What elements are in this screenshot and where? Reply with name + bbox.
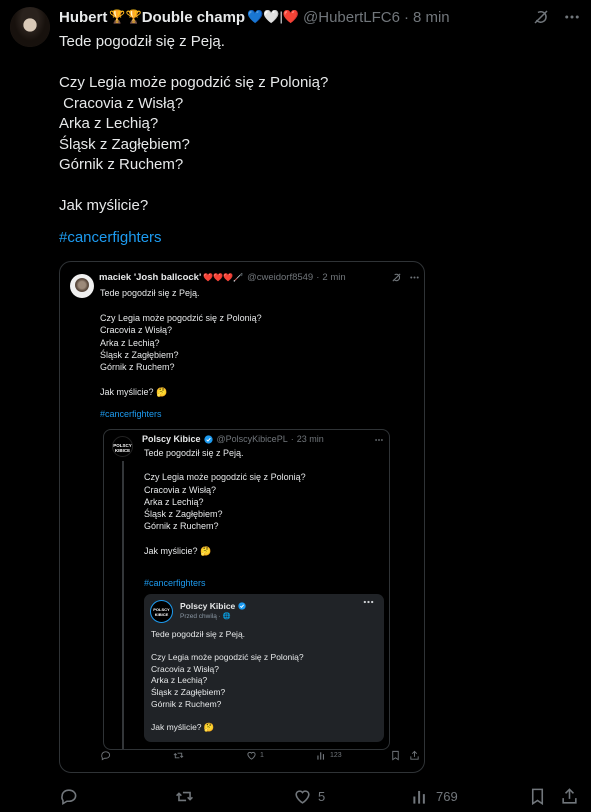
views-icon: [317, 751, 325, 760]
nested-header: Polscy Kibice @PolscyKibicePL · 23 min: [142, 434, 324, 444]
nested-display-name[interactable]: Polscy Kibice: [142, 434, 201, 444]
like-icon: [295, 789, 310, 804]
display-name-suffix[interactable]: Double champ: [142, 9, 245, 26]
nested-handle[interactable]: @PolscyKibicePL: [217, 434, 288, 444]
embedded-post-card[interactable]: POLSCY KIBICE Polscy Kibice Przed chwilą…: [144, 594, 384, 742]
quote-like-count: 1: [260, 751, 264, 759]
nested-text: Tede pogodził się z Peją. Czy Legia może…: [144, 448, 306, 556]
share-button[interactable]: [560, 786, 579, 806]
nested-separator: ·: [290, 434, 294, 444]
separator: ·: [403, 8, 409, 26]
hashtag-link[interactable]: #cancerfighters: [59, 229, 162, 246]
verified-icon: [203, 434, 213, 444]
card-display-name: Polscy Kibice: [180, 601, 236, 611]
quote-text: Tede pogodził się z Peją. Czy Legia może…: [100, 288, 262, 398]
quoted-tweet[interactable]: maciek 'Josh ballcock' ❤️❤️❤️🦯 @cweidorf…: [59, 261, 425, 773]
card-verified-icon: [238, 601, 247, 611]
bookmark-icon: [531, 788, 544, 805]
quote-hashtag-link[interactable]: #cancerfighters: [100, 409, 162, 419]
quote-action-bar: 1 123: [60, 749, 424, 763]
quote-retweet-button[interactable]: [173, 749, 187, 761]
thread-line: [122, 461, 124, 749]
nested-author-avatar[interactable]: POLSCY KIBICE: [112, 436, 133, 457]
card-avatar: POLSCY KIBICE: [150, 600, 173, 623]
retweet-button[interactable]: [175, 786, 200, 806]
like-count: 5: [318, 788, 326, 804]
reply-button[interactable]: [59, 786, 84, 806]
bookmark-button[interactable]: [528, 786, 547, 806]
display-name[interactable]: Hubert: [59, 9, 107, 26]
like-button[interactable]: 5: [293, 786, 325, 806]
tweet-header: Hubert 🏆🏆 Double champ 💙🤍|❤️ @HubertLFC6…: [59, 7, 450, 27]
nested-hashtag-link[interactable]: #cancerfighters: [144, 578, 206, 588]
quote-views-count: 123: [330, 751, 342, 759]
tweet-text: Tede pogodził się z Peją. Czy Legia może…: [59, 33, 329, 214]
nested-quoted-tweet[interactable]: POLSCY KIBICE Polscy Kibice @PolscyKibic…: [103, 429, 390, 750]
card-name-row: Polscy Kibice: [180, 601, 247, 611]
quote-reply-button[interactable]: [100, 749, 114, 761]
name-hearts: 💙🤍|❤️: [247, 9, 300, 24]
quote-bookmark-button[interactable]: [390, 749, 401, 761]
timestamp[interactable]: 8 min: [413, 9, 450, 26]
card-more-icon: [363, 599, 374, 605]
name-emojis: 🏆🏆: [109, 9, 142, 24]
tweet-action-bar: 5 769: [0, 786, 591, 806]
quote-handle[interactable]: @cweidorf8549: [247, 272, 313, 283]
nested-timestamp[interactable]: 23 min: [297, 434, 324, 444]
quote-more-icon[interactable]: [409, 272, 420, 283]
views-count: 769: [436, 788, 458, 804]
quote-header: maciek 'Josh ballcock' ❤️❤️❤️🦯 @cweidorf…: [99, 272, 346, 283]
quote-timestamp[interactable]: 2 min: [322, 272, 345, 283]
author-avatar[interactable]: [10, 7, 50, 47]
quote-author-avatar[interactable]: [70, 274, 94, 298]
quote-display-name[interactable]: maciek 'Josh ballcock': [99, 272, 201, 283]
tweet[interactable]: Hubert 🏆🏆 Double champ 💙🤍|❤️ @HubertLFC6…: [0, 0, 591, 812]
nested-more-icon[interactable]: [374, 435, 384, 445]
quote-name-emojis: ❤️❤️❤️🦯: [203, 273, 244, 282]
views-button[interactable]: 769: [411, 786, 458, 806]
quote-share-button[interactable]: [409, 749, 420, 761]
author-handle[interactable]: @HubertLFC6: [303, 9, 400, 26]
reply-icon: [101, 750, 111, 760]
retweet-icon: [176, 791, 193, 801]
quote-grok-icon[interactable]: [391, 272, 402, 283]
bookmark-icon: [392, 750, 399, 760]
retweet-icon: [173, 752, 184, 758]
more-icon[interactable]: [563, 8, 581, 26]
quote-separator: ·: [316, 272, 320, 283]
quote-like-button[interactable]: 1: [246, 749, 264, 761]
share-icon: [562, 787, 577, 804]
grok-icon[interactable]: [532, 8, 550, 26]
reply-icon: [61, 788, 77, 805]
like-icon: [247, 751, 256, 760]
views-icon: [413, 790, 425, 804]
share-icon: [410, 750, 419, 760]
quote-views-button[interactable]: 123: [316, 749, 342, 761]
card-text: Tede pogodził się z Peją. Czy Legia może…: [151, 629, 304, 732]
card-subtitle: Przed chwilą · 🌐: [180, 613, 231, 620]
